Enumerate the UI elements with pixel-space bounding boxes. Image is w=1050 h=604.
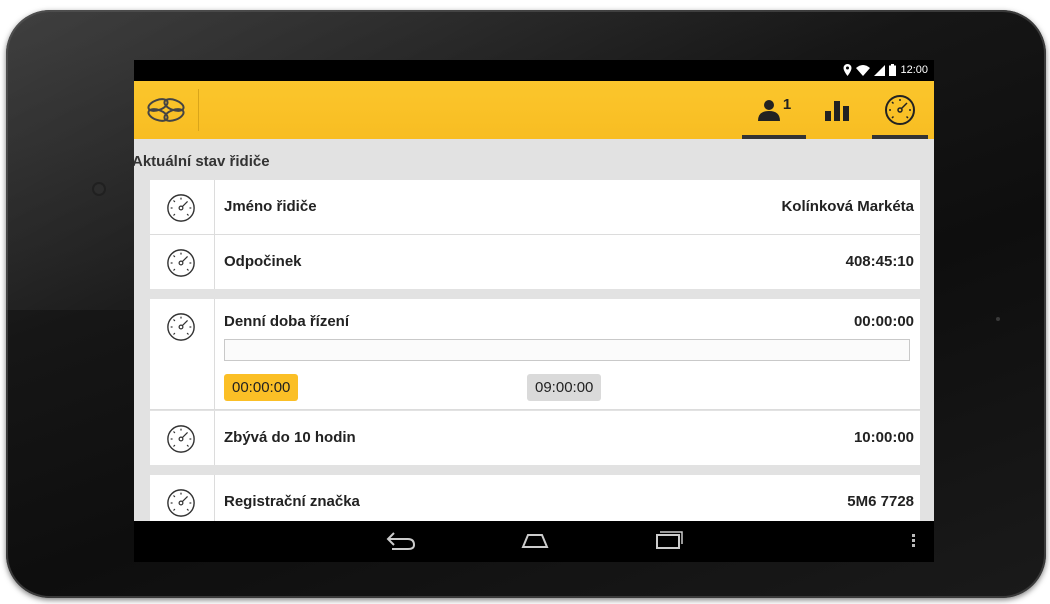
tachograph-icon bbox=[167, 425, 195, 453]
row-icon-cell bbox=[150, 299, 215, 409]
driving-time-card: Denní doba řízení 00:00:00 00:00:00 09:0… bbox=[150, 299, 920, 410]
tachograph-icon bbox=[167, 194, 195, 222]
row-label: Zbývá do 10 hodin bbox=[224, 429, 356, 446]
remaining-card: Zbývá do 10 hodin 10:00:00 bbox=[150, 411, 920, 465]
limit-time-chip: 09:00:00 bbox=[527, 374, 602, 401]
row-label: Jméno řidiče bbox=[224, 198, 317, 215]
logo-divider bbox=[198, 89, 199, 131]
content-area: Aktuální stav řidiče Jméno řidiče Kolínk… bbox=[134, 139, 934, 529]
navigation-bar bbox=[134, 521, 934, 562]
status-bar: 12:00 bbox=[134, 60, 934, 81]
row-label: Registrační značka bbox=[224, 493, 360, 510]
row-icon-cell bbox=[150, 411, 215, 465]
row-label: Denní doba řízení bbox=[224, 313, 350, 330]
section-title: Aktuální stav řidiče bbox=[134, 153, 270, 170]
list-item[interactable]: Zbývá do 10 hodin 10:00:00 bbox=[150, 411, 920, 465]
start-time-chip: 00:00:00 bbox=[224, 374, 299, 401]
app-logo-icon[interactable] bbox=[144, 95, 188, 125]
driver-tab[interactable]: 1 bbox=[742, 81, 806, 139]
menu-icon[interactable] bbox=[912, 534, 916, 549]
tachograph-icon bbox=[167, 249, 195, 277]
row-icon-cell bbox=[150, 180, 215, 234]
action-bar: 1 bbox=[134, 81, 934, 139]
row-icon-cell bbox=[150, 235, 215, 289]
status-time: 12:00 bbox=[900, 64, 928, 76]
row-value: 5M6 7728 bbox=[847, 493, 914, 510]
home-icon[interactable] bbox=[520, 529, 550, 551]
device-screen: 12:00 1 Aktuální stav řidiče Jméno řidič… bbox=[134, 60, 934, 562]
bar-chart-icon bbox=[825, 101, 849, 121]
tachograph-tab[interactable] bbox=[872, 81, 928, 139]
recent-apps-icon[interactable] bbox=[654, 529, 684, 551]
location-icon bbox=[843, 64, 852, 76]
list-item[interactable]: Jméno řidiče Kolínková Markéta bbox=[150, 180, 920, 235]
battery-icon bbox=[889, 64, 897, 76]
tachograph-icon bbox=[885, 95, 915, 125]
wifi-icon bbox=[856, 64, 871, 76]
row-label: Odpočinek bbox=[224, 253, 302, 270]
camera-lens bbox=[94, 184, 104, 194]
statistics-tab[interactable] bbox=[814, 81, 866, 139]
tachograph-icon bbox=[167, 489, 195, 517]
back-icon[interactable] bbox=[386, 529, 416, 551]
list-item[interactable]: Denní doba řízení 00:00:00 00:00:00 09:0… bbox=[150, 299, 920, 410]
row-value: Kolínková Markéta bbox=[781, 198, 914, 215]
signal-icon bbox=[874, 64, 886, 76]
row-value: 10:00:00 bbox=[853, 429, 914, 446]
light-sensor bbox=[996, 317, 1000, 321]
driving-progress-bar bbox=[224, 339, 910, 361]
row-value: 00:00:00 bbox=[853, 313, 914, 330]
person-icon bbox=[757, 100, 780, 121]
row-value: 408:45:10 bbox=[845, 253, 914, 270]
tachograph-icon bbox=[167, 313, 195, 341]
driver-count-badge: 1 bbox=[782, 95, 792, 113]
list-item[interactable]: Odpočinek 408:45:10 bbox=[150, 235, 920, 289]
driver-info-card: Jméno řidiče Kolínková Markéta Odpočinek… bbox=[150, 180, 920, 289]
